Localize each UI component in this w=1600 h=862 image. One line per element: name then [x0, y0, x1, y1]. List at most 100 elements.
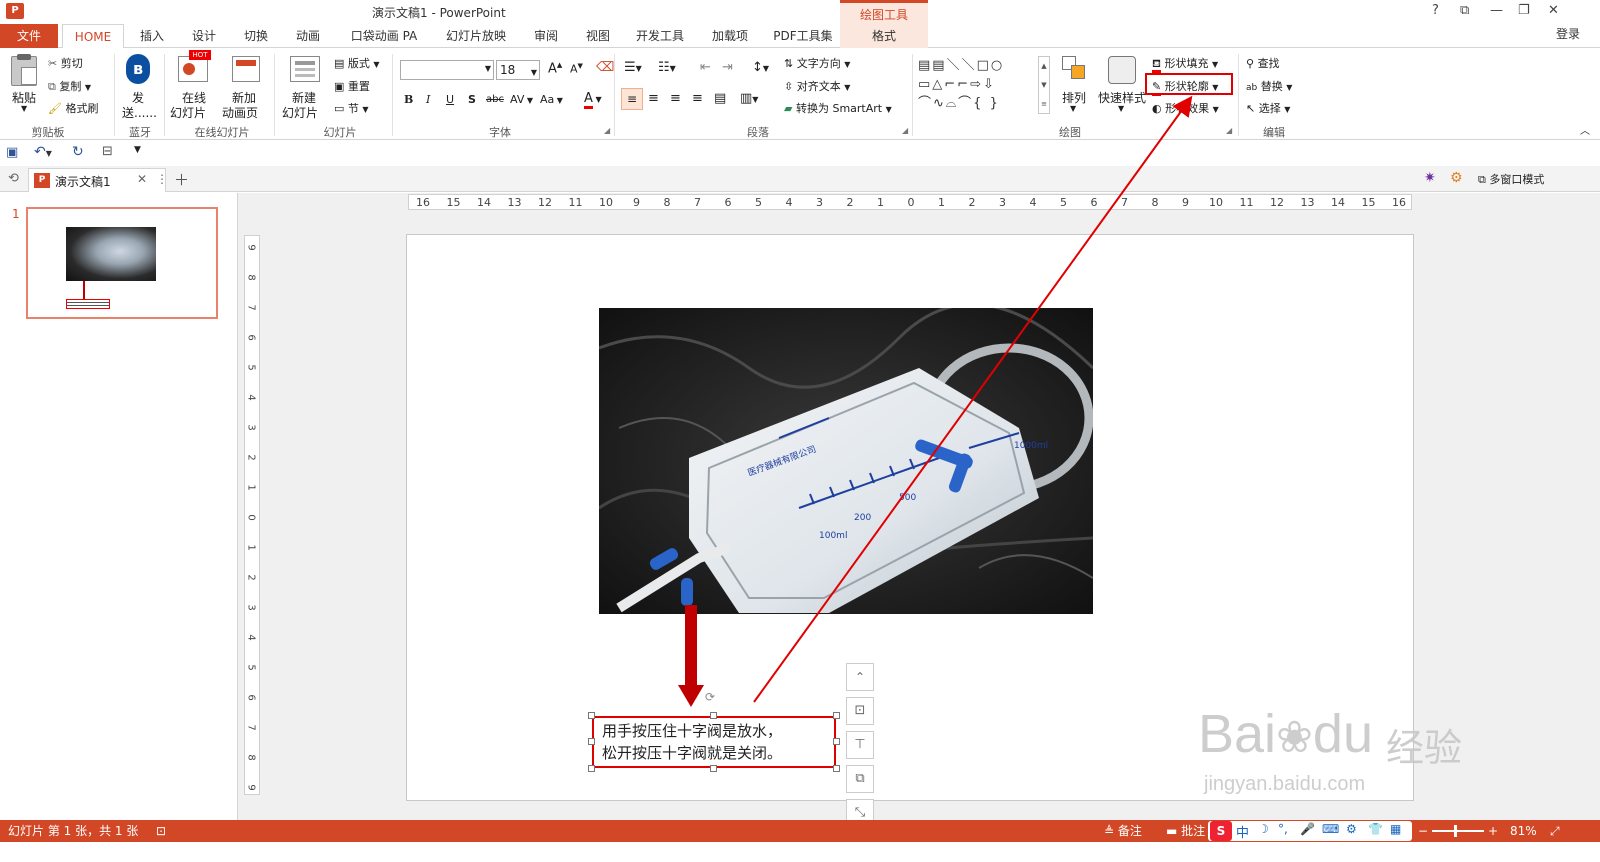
tools-icon[interactable]: ⚙: [1346, 822, 1357, 836]
zoom-level[interactable]: 81%: [1510, 820, 1537, 842]
zoom-slider-thumb[interactable]: [1454, 825, 1457, 837]
tab-home[interactable]: HOME: [62, 24, 124, 49]
moon-icon[interactable]: ☽: [1258, 822, 1269, 836]
tab-transitions[interactable]: 切换: [234, 24, 278, 48]
notes-button[interactable]: ≜ 备注: [1104, 820, 1142, 842]
reset-button[interactable]: ▣ 重置: [334, 78, 370, 94]
tab-insert[interactable]: 插入: [130, 24, 174, 48]
help-button[interactable]: ?: [1432, 3, 1439, 18]
align-text-button[interactable]: ⇳ 对齐文本 ▼: [784, 78, 850, 94]
punctuation-icon[interactable]: °,: [1278, 822, 1288, 836]
strikethrough-button[interactable]: abc: [486, 94, 504, 105]
tab-file[interactable]: 文件: [0, 24, 58, 48]
paste-icon[interactable]: [11, 54, 37, 86]
zoom-out-button[interactable]: −: [1418, 820, 1428, 842]
paste-dropdown-icon[interactable]: ▼: [21, 104, 27, 113]
ime-chinese-toggle[interactable]: 中: [1236, 822, 1249, 841]
tab-review[interactable]: 审阅: [524, 24, 568, 48]
selection-handles[interactable]: [588, 712, 840, 772]
font-dialog-launcher-icon[interactable]: ◢: [604, 126, 610, 135]
find-button[interactable]: ⚲ 查找: [1246, 55, 1280, 71]
tab-design[interactable]: 设计: [182, 24, 226, 48]
change-case-button[interactable]: Aa ▼: [540, 93, 563, 106]
justify-icon[interactable]: ≡: [692, 91, 703, 106]
online-slides-icon[interactable]: HOT: [178, 50, 211, 82]
fit-to-window-icon[interactable]: ⤢: [1550, 820, 1560, 842]
close-button[interactable]: ✕: [1548, 3, 1559, 18]
bullets-button[interactable]: ☰▼: [624, 60, 642, 75]
copy-button[interactable]: ⧉ 复制 ▼: [48, 78, 91, 94]
format-painter-button[interactable]: 🖌 格式刷: [48, 100, 98, 116]
new-slide-icon[interactable]: [290, 56, 320, 82]
new-tab-icon[interactable]: ＋: [174, 169, 189, 190]
layout-options-icon[interactable]: ⊡: [846, 697, 874, 725]
new-animation-page-icon[interactable]: [232, 56, 260, 82]
document-tab[interactable]: P 演示文稿1 ✕ ⋮: [28, 168, 168, 192]
shapes-scroll[interactable]: ▲ ▼ ≡: [1038, 56, 1050, 114]
paragraph-dialog-launcher-icon[interactable]: ◢: [902, 126, 908, 135]
distributed-icon[interactable]: ▤: [714, 91, 726, 106]
close-tab-icon[interactable]: ✕: [137, 172, 147, 186]
catheter-bag-photo[interactable]: 1000ml 500 200 100ml 医疗器械有限公司: [599, 308, 1093, 614]
redo-icon[interactable]: ↻: [72, 144, 84, 160]
columns-button[interactable]: ▥▼: [740, 91, 758, 106]
spell-check-icon[interactable]: ⊡: [156, 820, 166, 842]
quick-styles-icon[interactable]: [1108, 56, 1136, 84]
ribbon-display-button[interactable]: ⧉: [1460, 3, 1469, 18]
shadow-button[interactable]: S: [468, 93, 476, 106]
rotate-handle-icon[interactable]: ⟳: [705, 690, 715, 704]
replace-button[interactable]: ab 替换 ▼: [1246, 78, 1292, 94]
tab-animations[interactable]: 动画: [286, 24, 330, 48]
align-right-icon[interactable]: ≡: [670, 91, 681, 106]
shape-effects-button[interactable]: ◐ 形状效果 ▼: [1152, 100, 1219, 116]
tab-pocket-animation[interactable]: 口袋动画 PA: [340, 24, 428, 48]
collapse-ribbon-icon[interactable]: ︿: [1580, 122, 1590, 137]
settings-gear-icon[interactable]: ⚙: [1450, 170, 1463, 186]
bold-button[interactable]: B: [404, 93, 413, 106]
powerpoint-logo-icon[interactable]: P: [6, 3, 24, 19]
tab-menu-icon[interactable]: ⋮: [156, 172, 168, 186]
collapse-toolbar-icon[interactable]: ⌃: [846, 663, 874, 691]
bluetooth-send-label-2[interactable]: 送......: [122, 104, 157, 121]
numbering-button[interactable]: ☷▼: [658, 60, 676, 75]
red-down-arrow[interactable]: [685, 605, 697, 687]
tab-addins[interactable]: 加载项: [702, 24, 758, 48]
increase-indent-icon[interactable]: ⇥: [722, 60, 733, 75]
bluetooth-icon[interactable]: ʙ: [126, 54, 150, 84]
tab-pdf-tools[interactable]: PDF工具集: [766, 24, 840, 48]
clear-format-icon[interactable]: ⌫: [596, 60, 614, 75]
undo-icon[interactable]: ↶▼: [34, 144, 52, 160]
cut-button[interactable]: ✂ 剪切: [48, 55, 83, 71]
slide-thumbnail[interactable]: [26, 207, 218, 319]
italic-button[interactable]: I: [426, 93, 430, 106]
save-icon[interactable]: ▣: [6, 145, 18, 160]
shapes-gallery[interactable]: ▤▤＼＼□○ ▭△⌐⌐⇨⇩ ⌒∿⌓⌒{ }: [918, 56, 1038, 114]
text-frame-icon[interactable]: ⊤: [846, 731, 874, 759]
font-color-button[interactable]: A ▼: [584, 91, 602, 109]
restore-button[interactable]: ❐: [1518, 3, 1530, 18]
shape-fill-button[interactable]: ⛾ 形状填充 ▼: [1152, 55, 1218, 73]
smartart-button[interactable]: ▰ 转换为 SmartArt ▼: [784, 100, 892, 116]
new-animation-label-2[interactable]: 动画页: [222, 104, 258, 121]
quick-styles-dropdown-icon[interactable]: ▼: [1118, 104, 1124, 113]
zoom-slider[interactable]: [1432, 825, 1484, 837]
multi-window-button[interactable]: ⧉ 多窗口模式: [1478, 171, 1544, 187]
underline-button[interactable]: U: [446, 93, 454, 106]
sogou-logo-icon[interactable]: S: [1210, 821, 1232, 841]
online-slides-label-2[interactable]: 幻灯片: [170, 104, 206, 121]
layout-button[interactable]: ▤ 版式 ▼: [334, 55, 380, 71]
magic-wand-icon[interactable]: ✷: [1424, 170, 1436, 186]
zoom-in-button[interactable]: +: [1488, 820, 1498, 842]
keyboard-icon[interactable]: ⌨: [1322, 822, 1339, 836]
from-beginning-icon[interactable]: ⊟: [102, 144, 113, 159]
microphone-icon[interactable]: 🎤: [1300, 822, 1315, 836]
align-center-icon[interactable]: ≡: [648, 91, 659, 106]
login-link[interactable]: 登录: [1548, 22, 1588, 46]
decrease-indent-icon[interactable]: ⇤: [700, 60, 711, 75]
char-spacing-button[interactable]: AV ▼: [510, 93, 533, 106]
bring-forward-icon[interactable]: ⧉: [846, 765, 874, 793]
drawing-dialog-launcher-icon[interactable]: ◢: [1226, 126, 1232, 135]
font-size-select[interactable]: 18 ▼: [496, 60, 540, 80]
line-spacing-button[interactable]: ↕▼: [752, 60, 769, 75]
section-button[interactable]: ▭ 节 ▼: [334, 100, 369, 116]
